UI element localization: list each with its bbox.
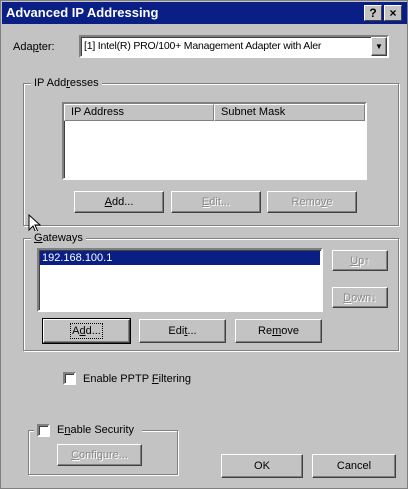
cancel-button[interactable]: Cancel [312, 454, 396, 478]
ip-edit-button[interactable]: Edit... [171, 191, 261, 213]
configure-button[interactable]: Configure... [57, 444, 142, 466]
enable-security-label: Enable Security [57, 424, 135, 436]
security-legend: Enable Security [34, 423, 143, 437]
dialog-title: Advanced IP Addressing [6, 5, 159, 20]
ip-add-button[interactable]: Add... [74, 191, 164, 213]
ip-address-list[interactable]: IP Address Subnet Mask [62, 102, 367, 180]
ip-addresses-legend: IP Addresses [31, 76, 102, 90]
gateway-list-item-text: 192.168.100.1 [42, 252, 113, 264]
adapter-label: Adapter: [13, 41, 55, 53]
ip-remove-button[interactable]: Remove [267, 191, 357, 213]
column-header-subnet-mask[interactable]: Subnet Mask [214, 104, 365, 121]
enable-security-checkbox[interactable] [37, 424, 50, 437]
gateway-list-item-selected[interactable]: 192.168.100.1 [40, 251, 320, 265]
advanced-ip-addressing-dialog: Advanced IP Addressing ? × Adapter: [1] … [0, 0, 408, 489]
title-bar[interactable]: Advanced IP Addressing ? × [2, 2, 407, 24]
gateway-list[interactable]: 192.168.100.1 [37, 248, 323, 312]
close-icon[interactable]: × [384, 5, 402, 21]
gateway-down-button[interactable]: Down↓ [332, 287, 388, 308]
adapter-select-value: [1] Intel(R) PRO/100+ Management Adapter… [84, 40, 322, 52]
column-header-ip-address[interactable]: IP Address [64, 104, 214, 121]
gateway-edit-button[interactable]: Edit... [139, 319, 226, 343]
pptp-filtering-checkbox[interactable] [63, 372, 76, 385]
adapter-select[interactable]: [1] Intel(R) PRO/100+ Management Adapter… [79, 35, 389, 58]
dropdown-arrow-icon[interactable]: ▼ [371, 37, 387, 56]
gateway-remove-button[interactable]: Remove [235, 319, 322, 343]
help-icon[interactable]: ? [364, 5, 382, 21]
ok-button[interactable]: OK [221, 454, 303, 478]
gateway-up-button[interactable]: Up↑ [332, 250, 388, 271]
gateways-legend: Gateways [31, 231, 86, 245]
pptp-filtering-label: Enable PPTP Filtering [83, 373, 192, 385]
gateway-add-button[interactable]: Add... [42, 318, 131, 344]
